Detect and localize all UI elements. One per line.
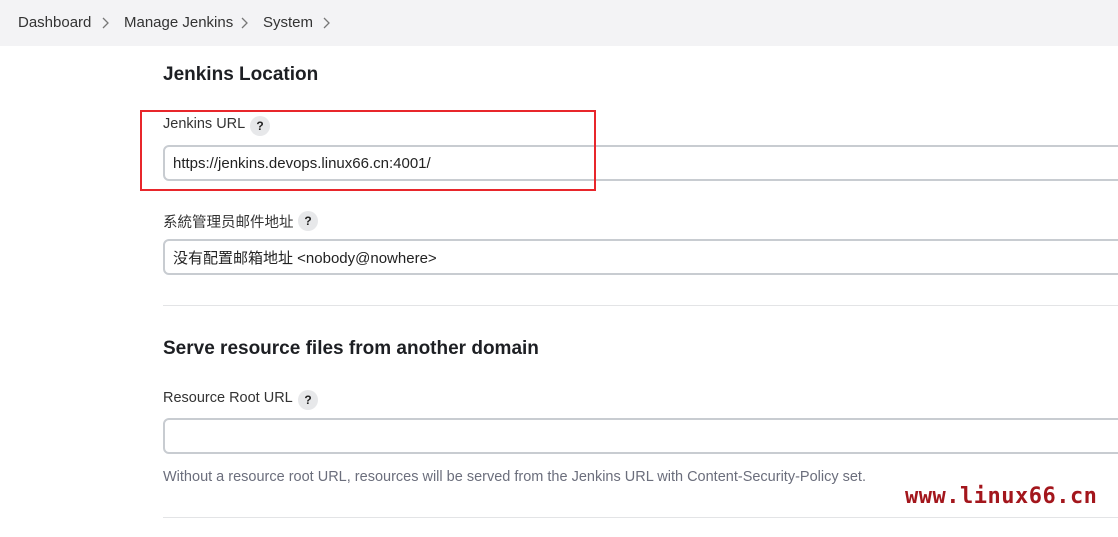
section-divider	[163, 305, 1118, 306]
resource-root-url-input[interactable]	[163, 418, 1118, 454]
section-title-jenkins-location: Jenkins Location	[163, 64, 319, 85]
breadcrumb-system[interactable]: System	[263, 14, 313, 31]
jenkins-url-input[interactable]	[163, 145, 1118, 181]
resource-root-url-hint: Without a resource root URL, resources w…	[163, 469, 866, 485]
chevron-right-icon	[240, 17, 249, 29]
admin-email-label: 系統管理员邮件地址	[163, 215, 294, 231]
section-divider	[163, 517, 1118, 518]
admin-email-input[interactable]	[163, 239, 1118, 275]
resource-root-url-label: Resource Root URL	[163, 390, 293, 406]
watermark-text: www.linux66.cn	[905, 484, 1098, 509]
help-icon[interactable]: ?	[250, 116, 270, 136]
help-icon[interactable]: ?	[298, 211, 318, 231]
jenkins-url-label: Jenkins URL	[163, 116, 246, 132]
breadcrumb-manage-jenkins[interactable]: Manage Jenkins	[124, 14, 233, 31]
breadcrumb: Dashboard Manage Jenkins System	[0, 0, 1118, 46]
help-icon[interactable]: ?	[298, 390, 318, 410]
section-title-resource-domain: Serve resource files from another domain	[163, 338, 539, 359]
breadcrumb-dashboard[interactable]: Dashboard	[18, 14, 91, 31]
chevron-right-icon	[101, 17, 110, 29]
chevron-right-icon[interactable]	[322, 17, 331, 29]
